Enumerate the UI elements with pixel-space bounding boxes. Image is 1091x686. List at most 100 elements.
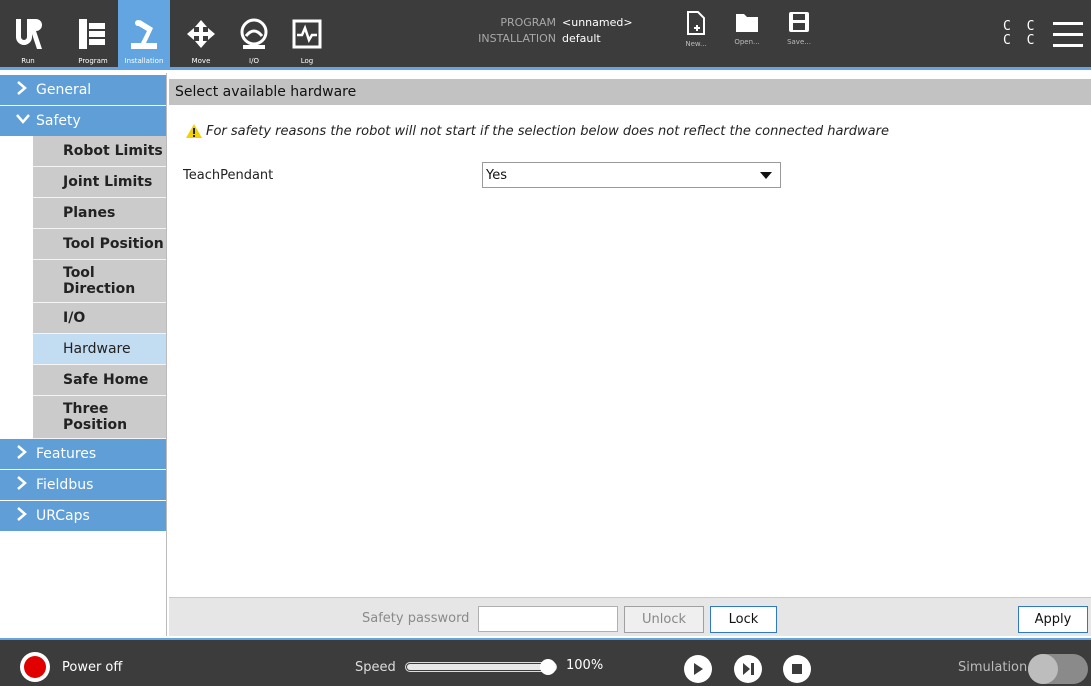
tab-io[interactable]: I/O [232, 0, 276, 67]
sidebar-item-label: Joint Limits [63, 174, 153, 190]
lock-button[interactable]: Lock [710, 606, 777, 633]
sidebar-item-hardware[interactable]: Hardware [33, 334, 166, 365]
sidebar-item-planes[interactable]: Planes [33, 198, 166, 229]
open-file-label: Open... [734, 38, 760, 46]
speed-slider-knob[interactable] [540, 659, 556, 675]
program-key: PROGRAM [500, 15, 556, 29]
hamburger-menu-icon[interactable] [1053, 22, 1083, 48]
sidebar-item-label: Three Position [63, 401, 128, 433]
speed-slider-fill [407, 664, 555, 670]
safety-warning: For safety reasons the robot will not st… [185, 123, 889, 139]
sidebar-section-label: Fieldbus [36, 477, 94, 493]
sidebar-section-label: General [36, 82, 92, 98]
main-content: Select available hardware For safety rea… [169, 73, 1091, 636]
power-label: Power off [62, 660, 123, 675]
sidebar-item-io[interactable]: I/O [33, 303, 166, 334]
sidebar-section-features[interactable]: Features [0, 439, 166, 469]
tab-installation[interactable]: Installation [118, 0, 170, 67]
stop-icon [792, 664, 802, 674]
sidebar-item-joint-limits[interactable]: Joint Limits [33, 167, 166, 198]
speed-value: 100% [566, 658, 604, 673]
chevron-right-icon [16, 445, 36, 463]
safety-password-label: Safety password [362, 611, 470, 626]
chevron-right-icon [16, 81, 36, 99]
status-code: C CC C [1003, 19, 1039, 48]
ur-logo-icon [8, 14, 48, 54]
dropdown-arrow-icon [760, 172, 772, 179]
sidebar-item-three-position[interactable]: Three Position [33, 396, 166, 439]
apply-button[interactable]: Apply [1018, 606, 1088, 633]
chevron-right-icon [16, 507, 36, 525]
program-name: <unnamed> [562, 15, 633, 29]
chevron-down-icon [16, 113, 36, 129]
tab-io-label: I/O [249, 57, 259, 65]
teach-pendant-value: Yes [486, 167, 507, 183]
polyscope-window: Run Program Installation Move I/O Log PR… [0, 0, 1091, 686]
top-toolbar: Run Program Installation Move I/O Log PR… [0, 0, 1091, 70]
program-icon [73, 14, 113, 54]
sidebar-section-label: Features [36, 446, 97, 462]
sidebar-item-tool-direction[interactable]: Tool Direction [33, 260, 166, 303]
save-file-label: Save... [787, 38, 811, 46]
sidebar-section-general[interactable]: General [0, 75, 166, 105]
sidebar-item-label: Tool Direction [63, 265, 136, 297]
installation-icon [124, 14, 164, 54]
stop-button[interactable] [783, 655, 811, 683]
installation-name: default [562, 31, 601, 45]
open-file-button[interactable]: Open... [727, 10, 767, 65]
sidebar-item-label: Hardware [63, 341, 131, 357]
sidebar-section-safety[interactable]: Safety [0, 106, 166, 136]
tab-log-label: Log [300, 57, 314, 65]
page-title: Select available hardware [169, 79, 1091, 105]
play-button[interactable] [684, 655, 712, 683]
sidebar-item-label: I/O [63, 310, 86, 326]
new-file-button[interactable]: New... [676, 10, 716, 65]
new-file-label: New... [685, 40, 707, 48]
installation-key: INSTALLATION [478, 31, 556, 45]
tab-program[interactable]: Program [71, 0, 115, 67]
speed-slider[interactable] [405, 659, 557, 675]
simulation-toggle-knob [1028, 654, 1058, 684]
power-button[interactable] [20, 652, 50, 682]
speed-label: Speed [355, 660, 396, 675]
teach-pendant-label: TeachPendant [183, 168, 274, 183]
safety-password-input[interactable] [478, 606, 618, 632]
simulation-toggle[interactable] [1028, 654, 1088, 684]
program-info: PROGRAM <unnamed> INSTALLATION default [468, 14, 660, 46]
sidebar-section-urcaps[interactable]: URCaps [0, 501, 166, 531]
tab-move-label: Move [191, 57, 211, 65]
simulation-label: Simulation [958, 660, 1028, 675]
move-icon [181, 14, 221, 54]
warning-text: For safety reasons the robot will not st… [206, 123, 889, 139]
safety-password-bar: Safety password Unlock Lock Apply [169, 597, 1091, 636]
save-icon [789, 12, 809, 32]
sidebar-item-label: Safe Home [63, 372, 149, 388]
sidebar-item-robot-limits[interactable]: Robot Limits [33, 136, 166, 167]
sidebar-section-label: URCaps [36, 508, 90, 524]
sidebar: General Safety Robot Limits Joint Limits… [0, 73, 167, 636]
warning-icon [186, 124, 202, 138]
footer-bar: Power off Speed 100% Simulation [0, 638, 1091, 686]
play-icon [694, 663, 703, 675]
sidebar-section-fieldbus[interactable]: Fieldbus [0, 470, 166, 500]
log-icon [287, 14, 327, 54]
step-button[interactable] [734, 655, 762, 683]
sidebar-item-safe-home[interactable]: Safe Home [33, 365, 166, 396]
new-file-icon [687, 11, 705, 35]
tab-run[interactable]: Run [6, 0, 50, 67]
sidebar-item-label: Planes [63, 205, 116, 221]
unlock-button[interactable]: Unlock [624, 606, 704, 633]
chevron-right-icon [16, 476, 36, 494]
sidebar-item-label: Robot Limits [63, 143, 163, 159]
teach-pendant-select[interactable]: Yes [482, 162, 781, 188]
tab-program-label: Program [78, 57, 108, 65]
folder-icon [736, 14, 758, 32]
tab-move[interactable]: Move [179, 0, 223, 67]
step-icon [743, 663, 754, 675]
sidebar-item-tool-position[interactable]: Tool Position [33, 229, 166, 260]
tab-log[interactable]: Log [285, 0, 329, 67]
sidebar-section-label: Safety [36, 113, 81, 129]
save-file-button[interactable]: Save... [779, 10, 819, 65]
tab-run-label: Run [21, 57, 35, 65]
io-icon [234, 14, 274, 54]
